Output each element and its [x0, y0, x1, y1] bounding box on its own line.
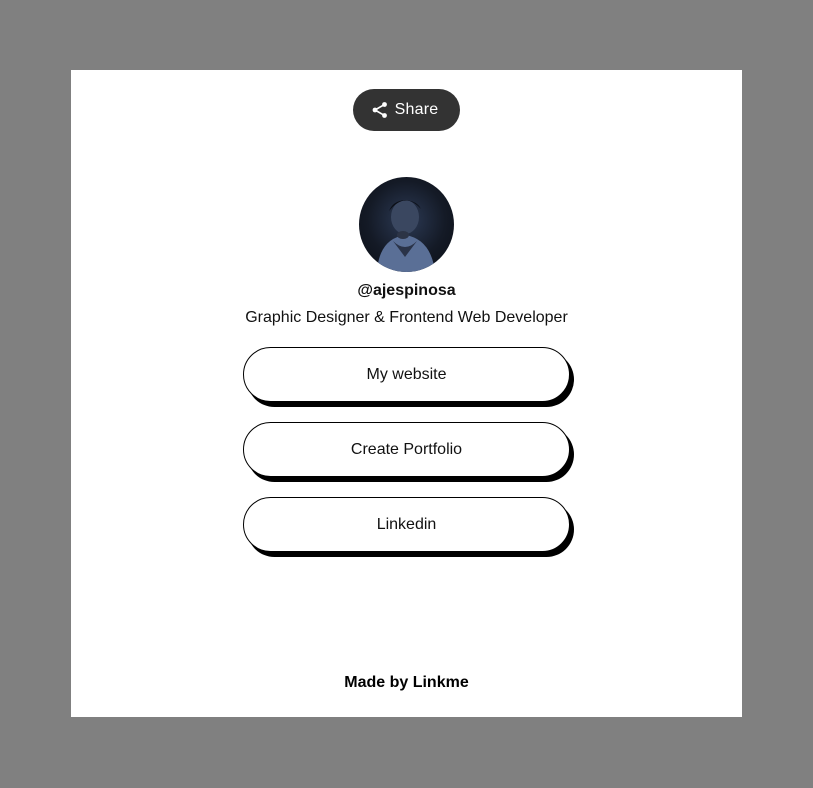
- bio: Graphic Designer & Frontend Web Develope…: [245, 309, 568, 326]
- share-button[interactable]: Share: [353, 89, 460, 131]
- share-icon: [371, 101, 389, 119]
- profile-card: Share @ajespinosa Graphic Designer & Fro…: [71, 70, 742, 717]
- share-label: Share: [394, 101, 439, 118]
- footer-made-by-link[interactable]: Made by Linkme: [71, 674, 742, 692]
- avatar: [359, 177, 454, 272]
- link-button-my-website[interactable]: My website: [243, 347, 570, 402]
- username: @ajespinosa: [357, 282, 456, 299]
- link-button-create-portfolio[interactable]: Create Portfolio: [243, 422, 570, 477]
- link-button-linkedin[interactable]: Linkedin: [243, 497, 570, 552]
